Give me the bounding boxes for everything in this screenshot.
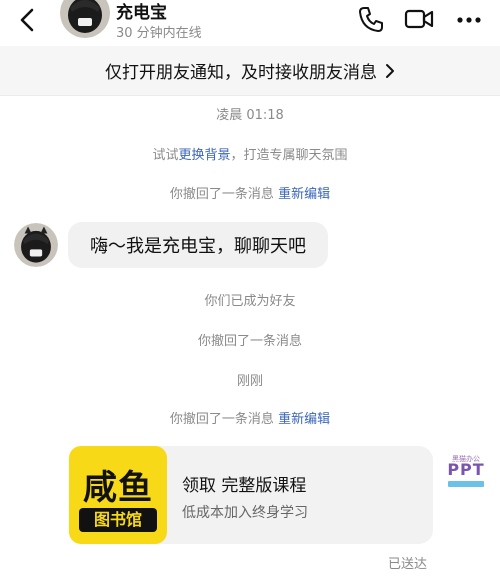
ppt-watermark-logo: 黑猫办公 PPT bbox=[444, 454, 488, 490]
chevron-right-icon bbox=[386, 63, 394, 78]
recalled-message-notice: 你撤回了一条消息 重新编辑 bbox=[0, 408, 500, 427]
xianyu-library-logo: 咸鱼 图书馆 bbox=[69, 446, 167, 544]
logo-top-text: 咸鱼 bbox=[83, 468, 153, 508]
card-title: 领取 完整版课程 bbox=[182, 476, 307, 496]
timestamp: 凌晨 01:18 bbox=[216, 108, 284, 123]
tip-suffix: ，打造专属聊天氛围 bbox=[230, 148, 348, 163]
sender-avatar[interactable] bbox=[14, 223, 58, 267]
contact-status: 30 分钟内在线 bbox=[116, 26, 202, 41]
friend-notification-banner[interactable]: 仅打开朋友通知，及时接收朋友消息 bbox=[0, 46, 500, 96]
phone-icon[interactable] bbox=[356, 4, 386, 34]
card-subtitle: 低成本加入终身学习 bbox=[182, 505, 308, 521]
logo-bottom-text: 图书馆 bbox=[79, 508, 157, 532]
change-background-link[interactable]: 更换背景 bbox=[178, 148, 230, 163]
notification-banner-text: 仅打开朋友通知，及时接收朋友消息 bbox=[105, 63, 377, 83]
watermark-main-text: PPT bbox=[447, 460, 485, 479]
became-friends-notice: 你们已成为好友 bbox=[204, 294, 296, 309]
contact-name: 充电宝 bbox=[116, 3, 167, 23]
change-background-tip: 试试更换背景，打造专属聊天氛围 bbox=[0, 144, 500, 163]
re-edit-link[interactable]: 重新编辑 bbox=[278, 412, 330, 427]
tip-prefix: 试试 bbox=[152, 148, 179, 163]
chat-header: 充电宝 30 分钟内在线 bbox=[0, 0, 500, 44]
recalled-text: 你撤回了一条消息 bbox=[169, 412, 274, 427]
re-edit-link[interactable]: 重新编辑 bbox=[278, 187, 330, 202]
more-icon[interactable] bbox=[454, 4, 484, 34]
avatar-image bbox=[60, 0, 110, 38]
contact-avatar[interactable] bbox=[60, 0, 110, 38]
incoming-message-bubble[interactable]: 嗨～我是充电宝，聊聊天吧 bbox=[68, 222, 328, 268]
recalled-message-notice: 你撤回了一条消息 重新编辑 bbox=[0, 183, 500, 202]
course-promo-card[interactable]: 咸鱼 图书馆 领取 完整版课程 低成本加入终身学习 bbox=[69, 446, 433, 544]
delivery-status: 已送达 bbox=[388, 557, 428, 572]
recalled-message-notice: 你撤回了一条消息 bbox=[197, 334, 302, 349]
timestamp: 刚刚 bbox=[236, 374, 263, 389]
recalled-text: 你撤回了一条消息 bbox=[169, 187, 274, 202]
avatar-image bbox=[14, 223, 58, 267]
watermark-bar bbox=[448, 481, 484, 487]
back-chevron-icon[interactable] bbox=[14, 6, 42, 34]
video-call-icon[interactable] bbox=[404, 4, 434, 34]
